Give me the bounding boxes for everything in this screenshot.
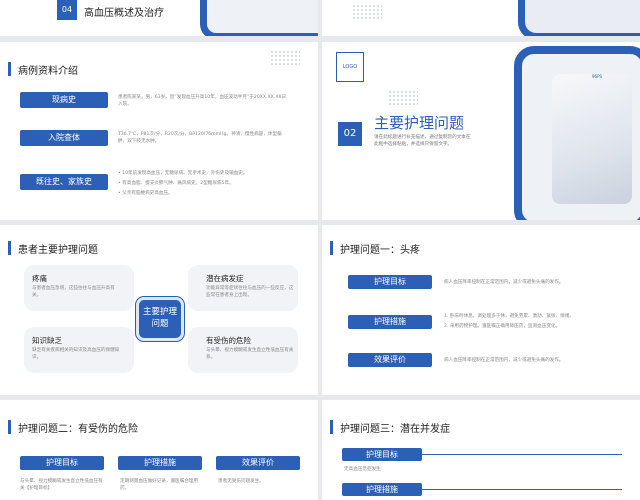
section-number-badge: 02 — [338, 122, 362, 146]
nursing-measure-item: 1. 卧床时休息。调处理多于休，避免劳累、激动、紧张、情绪。 — [444, 314, 574, 319]
title-accent-bar — [330, 241, 333, 255]
past-history-bullet: • 10年前发现高血压，无糖尿病、无手术史、外伤史及输血史。 — [118, 171, 248, 176]
goal-text: 无高血压急症发生 — [344, 467, 381, 472]
nursing-measure-item: 2. 采用药物护理。遵医嘱正确用降压药，监测血压变化。 — [444, 324, 561, 329]
slide-thumbnail-7[interactable]: 护理问题二：有受伤的危险 护理目标 护理措施 效果评价 与头晕、视力模糊或发生直… — [0, 400, 318, 500]
effect-evaluation-text: 病人血压降率控制在正常范围内，减少或避免头痛的发作。 — [444, 358, 564, 363]
slide-title: 护理问题二：有受伤的危险 — [18, 424, 138, 435]
past-history-bullet: • 父亲有脑梗病史高血压。 — [118, 191, 173, 196]
slide-thumbnail-3[interactable]: 病例资料介绍 现病史 患者陈某某，男，63岁。因“发现血压升高10年，血压波动半… — [0, 42, 318, 220]
admission-exam-text: T36.7℃，P81次/分，R20次/分，BP120/76mmHg。神清，慢性病… — [118, 132, 282, 144]
measures-text: 定期测量血压做好记录，遵医嘱合理用药。 — [120, 479, 199, 491]
section-title: 主要护理问题 — [374, 114, 465, 132]
slide-thumbnail-5[interactable]: 患者主要护理问题 疼痛 与患者血压急增，这些往往与血压升高有关。 潜在病发症 功… — [0, 225, 318, 395]
photo-frame — [200, 0, 318, 36]
row-divider — [422, 489, 622, 490]
label-nursing-measures[interactable]: 护理措施 — [342, 483, 422, 496]
section-number-badge: 04 — [57, 0, 77, 20]
slide-title: 病例资料介绍 — [18, 66, 78, 77]
photo-frame — [518, 0, 640, 36]
nursing-goal-text: 病人血压降率控制在正常范围内，减少或避免头痛的发作。 — [444, 280, 564, 285]
section-description: 请在此标题进行补充描述，通过复制您的文本在此框中选择粘贴，并选择只保留文字。 — [374, 135, 471, 147]
center-hub: 主要护理问题 — [136, 297, 184, 341]
slide-thumbnail-1[interactable]: 04 高血压概述及治疗 — [0, 0, 318, 36]
problem-text: 功能异常等症状往往与血压的一些反应，这些常在患者身上出现。 — [206, 286, 294, 298]
row-divider — [422, 454, 622, 455]
section-title: 高血压概述及治疗 — [84, 8, 164, 19]
title-accent-bar — [8, 241, 11, 255]
label-admission-exam[interactable]: 入院查体 — [20, 130, 108, 146]
title-accent-bar — [8, 62, 11, 76]
label-past-family-history[interactable]: 既往史、家族史 — [20, 174, 108, 190]
photo-watermark: 96PS — [592, 74, 603, 79]
label-effect-evaluation[interactable]: 效果评价 — [348, 353, 432, 367]
title-accent-bar — [8, 420, 11, 434]
slide-thumbnail-8[interactable]: 护理问题三：潜在并发症 护理目标 无高血压急症发生 护理措施 — [322, 400, 640, 500]
label-nursing-measures[interactable]: 护理措施 — [118, 456, 202, 470]
label-nursing-measures[interactable]: 护理措施 — [348, 315, 432, 329]
problem-text: 与患者血压急增，这些往往与血压升高有关。 — [32, 286, 115, 298]
slide-thumbnail-4[interactable]: LOGO 96PS 02 主要护理问题 请在此标题进行补充描述，通过复制您的文本… — [322, 42, 640, 220]
problem-text: 与头晕、视力模糊或发生直立性低血压有关系。 — [206, 348, 294, 360]
title-accent-bar — [330, 420, 333, 434]
past-history-bullet: • 有高血脂、慢支炎肺气肿、痛风病史。2型糖尿病5年。 — [118, 181, 234, 186]
slide-thumbnail-6[interactable]: 护理问题一：头疼 护理目标 病人血压降率控制在正常范围内，减少或避免头痛的发作。… — [322, 225, 640, 395]
dots-decoration — [388, 90, 418, 106]
dots-decoration — [270, 50, 300, 66]
slide-thumbnail-2[interactable] — [322, 0, 640, 36]
problem-text: 缺乏有关疾病相关的知识及高血压的保健知识。 — [32, 348, 120, 360]
label-effect-evaluation[interactable]: 效果评价 — [216, 456, 300, 470]
label-nursing-goal[interactable]: 护理目标 — [342, 448, 422, 461]
label-present-history[interactable]: 现病史 — [20, 92, 108, 108]
dots-decoration — [352, 4, 382, 20]
goal-text: 与头晕、视力模糊或发生直立性低血压有关【护理目标】 — [20, 479, 103, 491]
label-nursing-goal[interactable]: 护理目标 — [348, 275, 432, 289]
problem-title: 潜在病发症 — [206, 274, 244, 283]
doctor-photo — [552, 74, 632, 204]
photo-frame: 96PS — [514, 46, 640, 220]
problem-title: 知识缺乏 — [32, 336, 62, 345]
label-nursing-goal[interactable]: 护理目标 — [20, 456, 104, 470]
problem-title: 有受伤的危险 — [206, 336, 251, 345]
problem-title: 疼痛 — [32, 274, 47, 283]
slide-title: 患者主要护理问题 — [18, 245, 98, 256]
slide-title: 护理问题一：头疼 — [340, 245, 420, 256]
evaluation-text: 患者无受伤问题发生。 — [218, 479, 264, 484]
slide-title: 护理问题三：潜在并发症 — [340, 424, 450, 435]
present-history-text: 患者陈某某，男，63岁。因“发现血压升高10年，血压波动半月”于20XX.XX.… — [118, 95, 287, 107]
logo-box: LOGO — [336, 52, 364, 82]
